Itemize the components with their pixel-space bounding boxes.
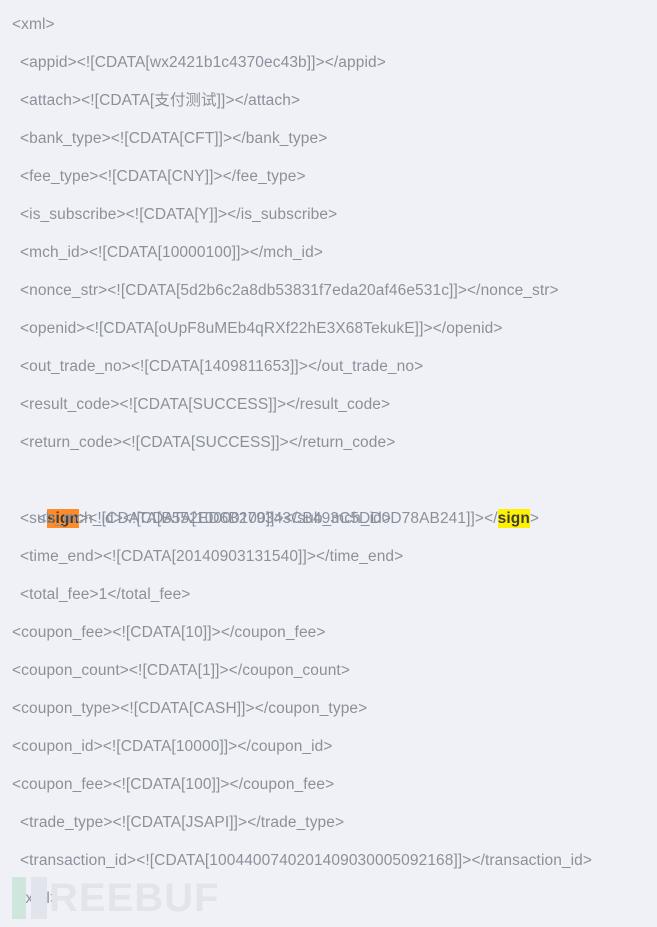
code-line: <coupon_type><![CDATA[CASH]]></coupon_ty… bbox=[12, 700, 368, 717]
code-block-bottom: <sub_mch_id><![CDATA[10000100]]></sub_mc… bbox=[0, 500, 657, 918]
code-block-top: <xml> <appid><![CDATA[wx2421b1c4370ec43b]… bbox=[0, 6, 657, 462]
code-line: </xml> bbox=[12, 890, 60, 907]
code-line: <nonce_str><![CDATA[5d2b6c2a8db53831f7ed… bbox=[20, 282, 559, 299]
code-line: <bank_type><![CDATA[CFT]]></bank_type> bbox=[20, 130, 328, 147]
code-line: <xml> bbox=[12, 16, 55, 33]
code-line: <coupon_fee><![CDATA[10]]></coupon_fee> bbox=[12, 624, 326, 641]
code-line: <openid><![CDATA[oUpF8uMEb4qRXf22hE3X68T… bbox=[20, 320, 503, 337]
code-line: <coupon_count><![CDATA[1]]></coupon_coun… bbox=[12, 662, 350, 679]
xml-code-viewer: <xml> <appid><![CDATA[wx2421b1c4370ec43b]… bbox=[0, 0, 657, 927]
code-line: <time_end><![CDATA[20140903131540]]></ti… bbox=[20, 548, 404, 565]
code-line: <coupon_fee><![CDATA[100]]></coupon_fee> bbox=[12, 776, 335, 793]
code-line: <out_trade_no><![CDATA[1409811653]]></ou… bbox=[20, 358, 424, 375]
code-line: <appid><![CDATA[wx2421b1c4370ec43b]]></a… bbox=[20, 54, 386, 71]
code-line: <result_code><![CDATA[SUCCESS]]></result… bbox=[20, 396, 391, 413]
code-line: <is_subscribe><![CDATA[Y]]></is_subscrib… bbox=[20, 206, 338, 223]
code-line: <mch_id><![CDATA[10000100]]></mch_id> bbox=[20, 244, 323, 261]
code-line: <return_code><![CDATA[SUCCESS]]></return… bbox=[20, 434, 396, 451]
code-line: <sub_mch_id><![CDATA[10000100]]></sub_mc… bbox=[20, 510, 391, 527]
code-line: <total_fee>1</total_fee> bbox=[20, 586, 191, 603]
code-line: <coupon_id><![CDATA[10000]]></coupon_id> bbox=[12, 738, 333, 755]
code-line: <trade_type><![CDATA[JSAPI]]></trade_typ… bbox=[20, 814, 345, 831]
code-line: <attach><![CDATA[支付测试]]></attach> bbox=[20, 92, 301, 109]
code-line: <fee_type><![CDATA[CNY]]></fee_type> bbox=[20, 168, 306, 185]
code-line-sign: <sign><![CDATA[B552ED6B279343CB493C5DD0D… bbox=[0, 462, 657, 528]
code-line: <transaction_id><![CDATA[100440074020140… bbox=[20, 852, 593, 869]
